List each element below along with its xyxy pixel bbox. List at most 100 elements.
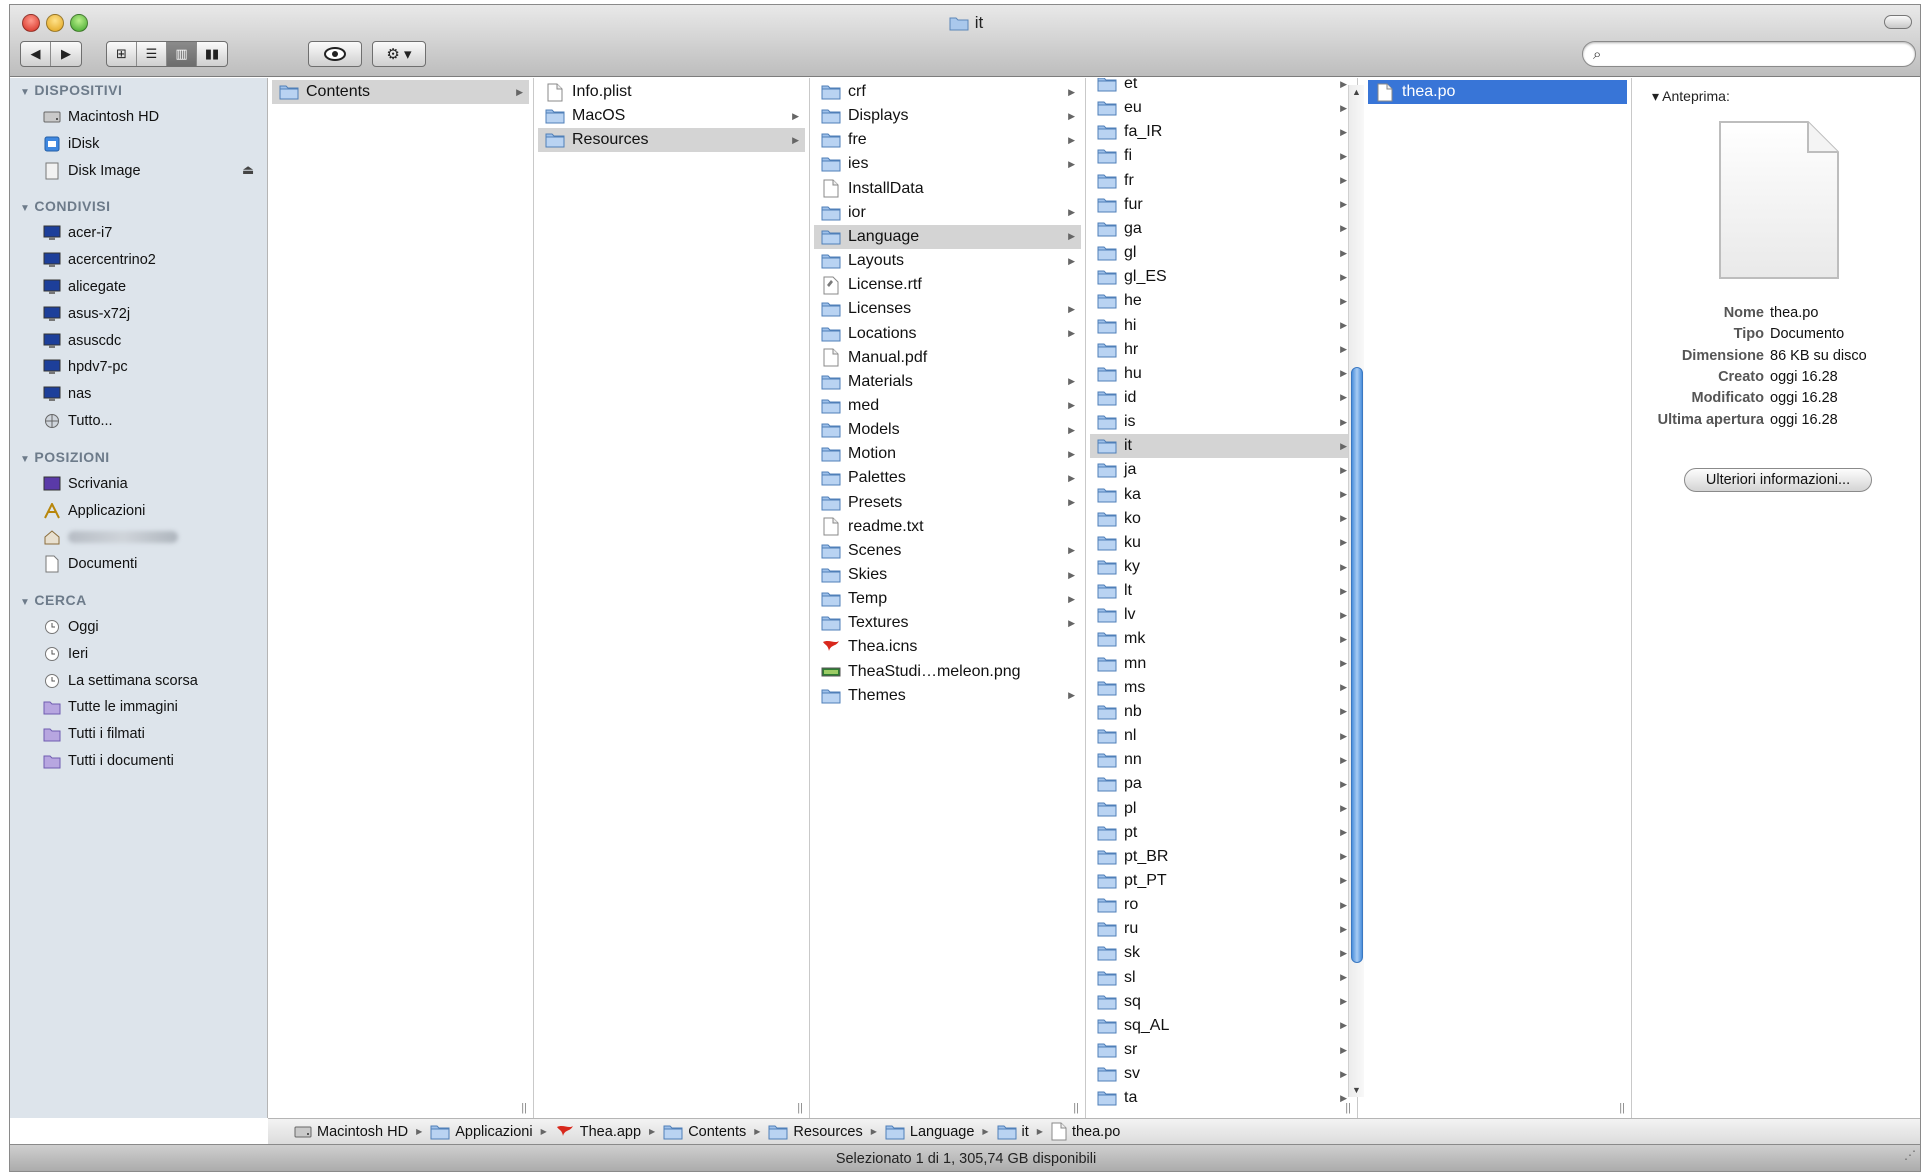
folder-item[interactable]: ies ▶ <box>814 152 1081 176</box>
back-button[interactable]: ◀ <box>21 42 51 66</box>
folder-item[interactable]: MacOS ▶ <box>538 104 805 128</box>
folder-item[interactable]: id ▶ <box>1090 386 1353 410</box>
path-segment[interactable]: it <box>997 1124 1029 1140</box>
sidebar-item[interactable]: Tutte le immagini <box>42 696 178 718</box>
folder-item[interactable]: Themes ▶ <box>814 684 1081 708</box>
folder-item[interactable]: sq_AL ▶ <box>1090 1014 1353 1038</box>
folder-item[interactable]: Textures ▶ <box>814 611 1081 635</box>
disclosure-triangle-icon[interactable]: ▼ <box>20 87 30 98</box>
folder-item[interactable]: pt_BR ▶ <box>1090 845 1353 869</box>
folder-item[interactable]: ms ▶ <box>1090 676 1353 700</box>
folder-item[interactable]: ro ▶ <box>1090 893 1353 917</box>
folder-item[interactable]: ru ▶ <box>1090 917 1353 941</box>
folder-item[interactable]: Models ▶ <box>814 418 1081 442</box>
forward-button[interactable]: ▶ <box>51 42 81 66</box>
quicklook-button[interactable] <box>308 41 362 67</box>
folder-item[interactable]: nb ▶ <box>1090 700 1353 724</box>
path-segment[interactable]: Contents <box>663 1124 746 1140</box>
folder-item[interactable]: ja ▶ <box>1090 458 1353 482</box>
folder-item[interactable]: ku ▶ <box>1090 531 1353 555</box>
folder-item[interactable]: sr ▶ <box>1090 1038 1353 1062</box>
folder-item[interactable]: ga ▶ <box>1090 217 1353 241</box>
folder-item[interactable]: lv ▶ <box>1090 603 1353 627</box>
folder-item[interactable]: lt ▶ <box>1090 579 1353 603</box>
folder-item[interactable]: ko ▶ <box>1090 507 1353 531</box>
folder-item[interactable]: hi ▶ <box>1090 314 1353 338</box>
folder-item[interactable]: Skies ▶ <box>814 563 1081 587</box>
sidebar-item[interactable]: asuscdc <box>42 330 121 352</box>
sidebar-item[interactable]: nas <box>42 383 91 405</box>
folder-item[interactable]: fur ▶ <box>1090 193 1353 217</box>
sidebar-item[interactable]: alicegate <box>42 276 126 298</box>
folder-item[interactable]: crf ▶ <box>814 80 1081 104</box>
folder-item[interactable]: gl_ES ▶ <box>1090 265 1353 289</box>
folder-item[interactable]: Resources ▶ <box>538 128 805 153</box>
folder-item[interactable]: mk ▶ <box>1090 627 1353 651</box>
folder-item[interactable]: hr ▶ <box>1090 338 1353 362</box>
file-item[interactable]: Thea.icns <box>814 635 1081 659</box>
sidebar-item[interactable]: iDisk <box>42 133 99 155</box>
disclosure-triangle-icon[interactable]: ▼ <box>20 203 30 214</box>
column-4-scrollbar[interactable]: ▲ ▼ <box>1348 85 1364 1097</box>
sidebar-item[interactable]: Documenti <box>42 553 137 575</box>
column-4[interactable]: et ▶ eu ▶ fa_IR ▶ fi ▶ fr ▶ fur ▶ ga ▶ gl ▶ gl_ES ▶ he ▶ hi ▶… <box>1086 78 1358 1118</box>
path-segment[interactable]: Thea.app <box>555 1124 641 1140</box>
sidebar-item[interactable]: Tutto... <box>42 410 113 432</box>
folder-item[interactable]: eu ▶ <box>1090 96 1353 120</box>
folder-item[interactable]: et ▶ <box>1090 78 1353 96</box>
column-resize-handle[interactable]: || <box>797 1102 803 1114</box>
folder-item[interactable]: ior ▶ <box>814 201 1081 225</box>
sidebar-item[interactable]: Tutti i filmati <box>42 723 145 745</box>
column-5[interactable]: thea.po || <box>1364 78 1632 1118</box>
sidebar-section-header[interactable]: ▼ POSIZIONI <box>20 449 110 465</box>
file-item[interactable]: Manual.pdf <box>814 346 1081 370</box>
column-resize-handle[interactable]: || <box>521 1102 527 1114</box>
folder-item[interactable]: fi ▶ <box>1090 144 1353 168</box>
folder-item[interactable]: hu ▶ <box>1090 362 1353 386</box>
folder-item[interactable]: Scenes ▶ <box>814 539 1081 563</box>
sidebar-item[interactable] <box>42 526 178 548</box>
path-segment[interactable]: Resources <box>768 1124 863 1140</box>
column-view-button[interactable]: ▥ <box>167 42 197 66</box>
sidebar-item[interactable]: acercentrino2 <box>42 249 156 271</box>
folder-item[interactable]: Temp ▶ <box>814 587 1081 611</box>
sidebar-item[interactable]: hpdv7-pc <box>42 356 128 378</box>
folder-item[interactable]: Displays ▶ <box>814 104 1081 128</box>
file-item[interactable]: License.rtf <box>814 273 1081 297</box>
disclosure-triangle-icon[interactable]: ▼ <box>20 597 30 608</box>
column-resize-handle[interactable]: || <box>1345 1102 1351 1114</box>
search-field[interactable]: ⌕ <box>1582 41 1916 67</box>
folder-item[interactable]: sl ▶ <box>1090 966 1353 990</box>
folder-item[interactable]: pa ▶ <box>1090 772 1353 796</box>
sidebar-item[interactable]: acer-i7 <box>42 222 112 244</box>
folder-item[interactable]: Licenses ▶ <box>814 297 1081 321</box>
column-3[interactable]: crf ▶ Displays ▶ fre ▶ ies ▶ InstallData ior ▶ Lang… <box>810 78 1086 1118</box>
file-item[interactable]: InstallData <box>814 177 1081 201</box>
folder-item[interactable]: sq ▶ <box>1090 990 1353 1014</box>
sidebar-item[interactable]: Applicazioni <box>42 500 145 522</box>
folder-item[interactable]: fre ▶ <box>814 128 1081 152</box>
scroll-down-arrow[interactable]: ▼ <box>1352 1085 1361 1095</box>
folder-item[interactable]: mn ▶ <box>1090 652 1353 676</box>
sidebar-item[interactable]: La settimana scorsa <box>42 670 198 692</box>
file-item[interactable]: TheaStudi…meleon.png <box>814 660 1081 684</box>
folder-item[interactable]: fa_IR ▶ <box>1090 120 1353 144</box>
path-segment[interactable]: Language <box>885 1124 974 1140</box>
toolbar-toggle-button[interactable] <box>1884 15 1912 29</box>
folder-item[interactable]: he ▶ <box>1090 289 1353 313</box>
folder-item[interactable]: gl ▶ <box>1090 241 1353 265</box>
column-resize-handle[interactable]: || <box>1073 1102 1079 1114</box>
folder-item[interactable]: Palettes ▶ <box>814 466 1081 490</box>
folder-item[interactable]: nl ▶ <box>1090 724 1353 748</box>
sidebar-section-header[interactable]: ▼ CERCA <box>20 592 87 608</box>
folder-item[interactable]: Materials ▶ <box>814 370 1081 394</box>
eject-icon[interactable]: ⏏ <box>242 162 254 178</box>
folder-item[interactable]: Motion ▶ <box>814 442 1081 466</box>
sidebar-section-header[interactable]: ▼ CONDIVISI <box>20 198 110 214</box>
sidebar-item[interactable]: Macintosh HD <box>42 106 159 128</box>
column-resize-handle[interactable]: || <box>1619 1102 1625 1114</box>
sidebar-item[interactable]: Oggi <box>42 616 99 638</box>
resize-grip-icon[interactable]: ⋰ <box>1904 1141 1916 1169</box>
sidebar-item[interactable]: Tutti i documenti <box>42 750 174 772</box>
disclosure-triangle-icon[interactable]: ▼ <box>20 454 30 465</box>
